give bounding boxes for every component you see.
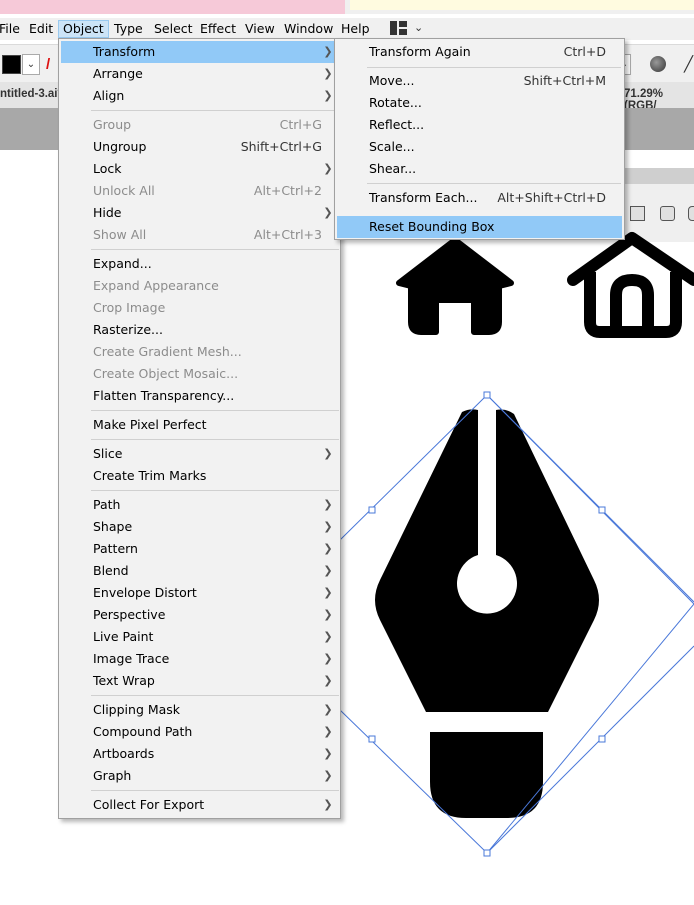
menu-item-expand-appearance[interactable]: Expand Appearance	[61, 275, 338, 297]
menu-item-transform-again[interactable]: Transform Again Ctrl+D	[337, 41, 622, 63]
menu-item-show-all[interactable]: Show All Alt+Ctrl+3	[61, 224, 338, 246]
menu-item-reset-bounding-box[interactable]: Reset Bounding Box	[337, 216, 622, 238]
menu-item-transform[interactable]: Transform ❯	[61, 41, 338, 63]
house-outline-icon[interactable]	[567, 232, 694, 338]
menu-separator	[91, 439, 339, 440]
menu-item-artboards[interactable]: Artboards ❯	[61, 743, 338, 765]
menu-item-transform-each[interactable]: Transform Each... Alt+Shift+Ctrl+D	[337, 187, 622, 209]
menu-item-align[interactable]: Align ❯	[61, 85, 338, 107]
menu-separator	[91, 410, 339, 411]
menu-item-lock[interactable]: Lock ❯	[61, 158, 338, 180]
menu-item-crop-image[interactable]: Crop Image	[61, 297, 338, 319]
menu-item-make-pixel-perfect[interactable]: Make Pixel Perfect	[61, 414, 338, 436]
menu-item-arrange[interactable]: Arrange ❯	[61, 63, 338, 85]
menu-item-unlock-all[interactable]: Unlock All Alt+Ctrl+2	[61, 180, 338, 202]
menu-item-blend[interactable]: Blend ❯	[61, 560, 338, 582]
menu-item-perspective[interactable]: Perspective ❯	[61, 604, 338, 626]
menu-item-rasterize[interactable]: Rasterize...	[61, 319, 338, 341]
menu-separator	[91, 790, 339, 791]
menu-item-graph[interactable]: Graph ❯	[61, 765, 338, 787]
pen-tool-nib-icon[interactable]	[375, 409, 599, 818]
menu-item-expand[interactable]: Expand...	[61, 253, 338, 275]
menu-item-slice[interactable]: Slice ❯	[61, 443, 338, 465]
menu-item-shear[interactable]: Shear...	[337, 158, 622, 180]
menu-item-hide[interactable]: Hide ❯	[61, 202, 338, 224]
menu-item-compound-path[interactable]: Compound Path ❯	[61, 721, 338, 743]
menu-separator	[91, 110, 339, 111]
menu-item-clipping-mask[interactable]: Clipping Mask ❯	[61, 699, 338, 721]
menu-item-move[interactable]: Move... Shift+Ctrl+M	[337, 70, 622, 92]
menu-separator	[91, 249, 339, 250]
menu-item-envelope-distort[interactable]: Envelope Distort ❯	[61, 582, 338, 604]
menu-separator	[91, 490, 339, 491]
object-menu: Transform ❯ Arrange ❯ Align ❯ Group Ctrl+G U…	[58, 38, 341, 819]
menu-item-create-object-mosaic[interactable]: Create Object Mosaic...	[61, 363, 338, 385]
menu-item-shape[interactable]: Shape ❯	[61, 516, 338, 538]
menu-item-ungroup[interactable]: Ungroup Shift+Ctrl+G	[61, 136, 338, 158]
menu-item-pattern[interactable]: Pattern ❯	[61, 538, 338, 560]
house-filled-icon[interactable]	[396, 237, 514, 335]
menu-item-image-trace[interactable]: Image Trace ❯	[61, 648, 338, 670]
menu-item-live-paint[interactable]: Live Paint ❯	[61, 626, 338, 648]
menu-item-scale[interactable]: Scale...	[337, 136, 622, 158]
menu-item-path[interactable]: Path ❯	[61, 494, 338, 516]
menu-item-rotate[interactable]: Rotate...	[337, 92, 622, 114]
menu-item-reflect[interactable]: Reflect...	[337, 114, 622, 136]
menu-item-group[interactable]: Group Ctrl+G	[61, 114, 338, 136]
menu-separator	[91, 695, 339, 696]
menu-item-create-trim-marks[interactable]: Create Trim Marks	[61, 465, 338, 487]
menu-item-create-gradient-mesh[interactable]: Create Gradient Mesh...	[61, 341, 338, 363]
menu-separator	[367, 183, 621, 184]
menu-item-collect-for-export[interactable]: Collect For Export ❯	[61, 794, 338, 816]
menu-item-text-wrap[interactable]: Text Wrap ❯	[61, 670, 338, 692]
menu-item-flatten-transparency[interactable]: Flatten Transparency...	[61, 385, 338, 407]
menu-separator	[367, 67, 621, 68]
transform-submenu: Transform Again Ctrl+D Move... Shift+Ctrl+…	[334, 38, 625, 240]
